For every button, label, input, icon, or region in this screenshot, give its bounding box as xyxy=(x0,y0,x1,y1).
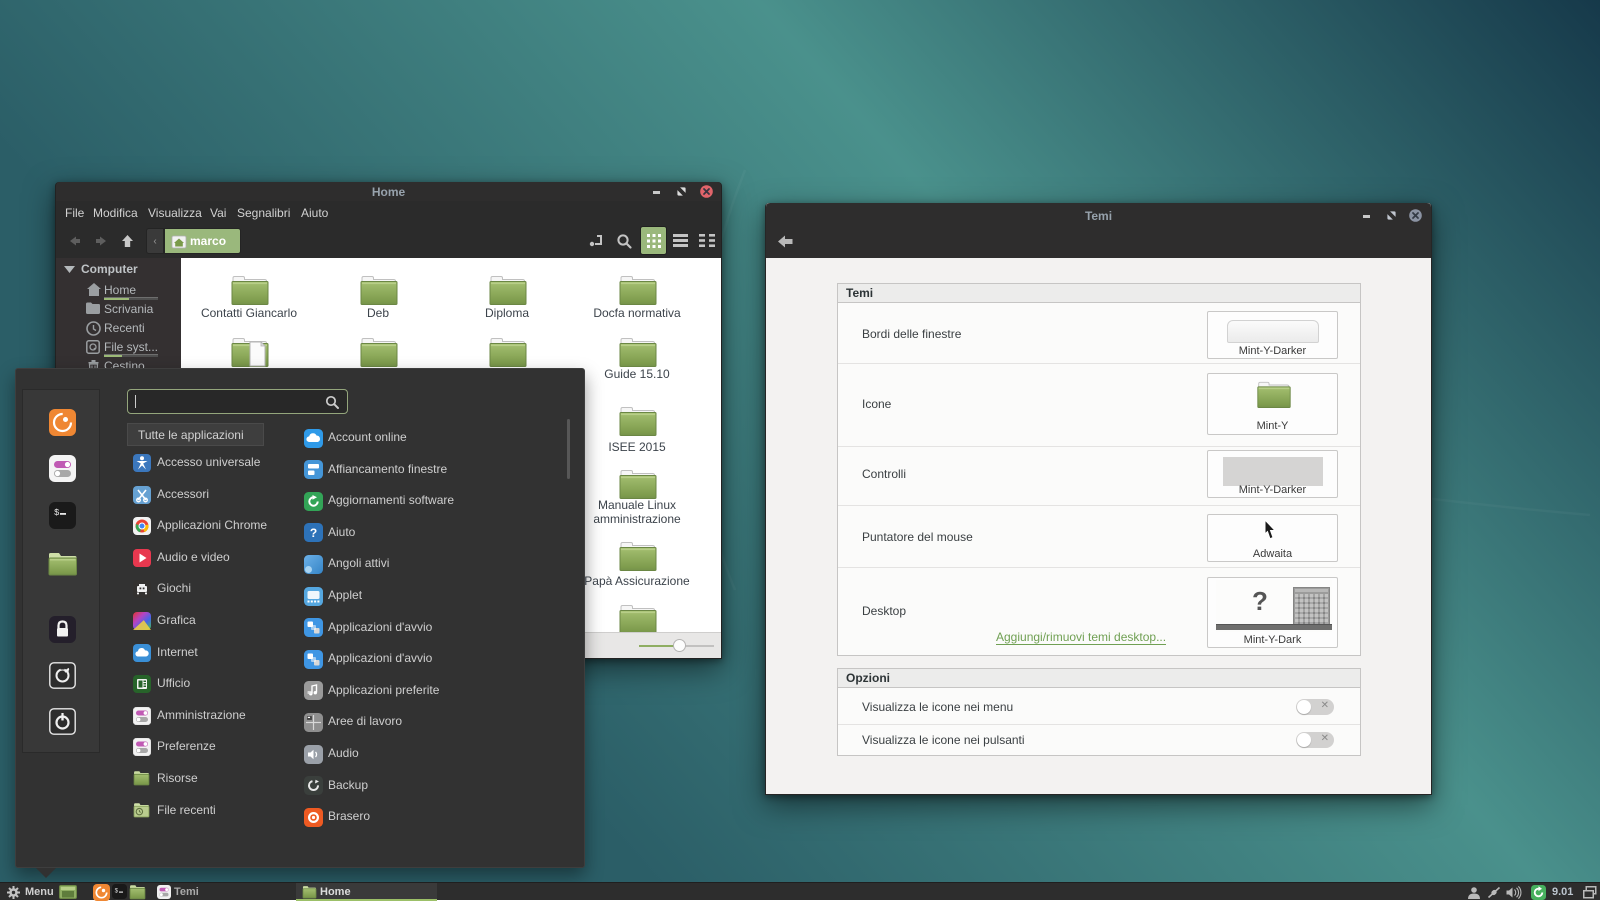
svg-text:$: $ xyxy=(115,888,119,895)
svg-text:?: ? xyxy=(310,526,317,540)
svg-text:$: $ xyxy=(54,508,60,518)
